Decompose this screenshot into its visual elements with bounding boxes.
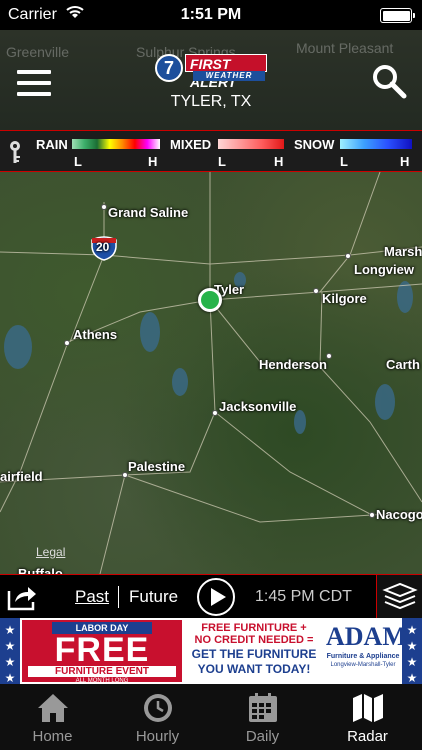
ad-middle-text: FREE FURNITURE + NO CREDIT NEEDED = GET … (186, 622, 322, 680)
ad-brand-sub: Furniture & Appliance (326, 653, 400, 660)
ad-brand-loc: Longview-Marshall-Tyler (330, 662, 396, 668)
location-title[interactable]: TYLER, TX (0, 93, 422, 111)
stars-right: ★ ★ ★ ★ (402, 618, 422, 685)
tab-home-label: Home (32, 728, 73, 745)
stars-left: ★ ★ ★ ★ (0, 618, 20, 685)
ad-banner[interactable]: ★ ★ ★ ★ LABOR DAY FREE FURNITURE EVENT ALL … (0, 618, 422, 685)
legend-snow: SNOW L H (294, 135, 418, 169)
ad-furniture-event: FURNITURE EVENT (28, 666, 176, 677)
city-dot (345, 253, 351, 259)
ad-free: FREE (54, 631, 150, 669)
ad-free-event: LABOR DAY FREE FURNITURE EVENT ALL MONTH… (22, 620, 182, 684)
logo-weather: WEATHER (193, 71, 265, 81)
legend-mixed-low: L (218, 154, 226, 169)
home-icon (38, 694, 68, 722)
legend-mixed-label: MIXED (170, 137, 212, 152)
layers-icon (382, 582, 418, 610)
legend-snow-high: H (400, 154, 410, 169)
legend-rain-low: L (74, 154, 82, 169)
logo-first-alert: FIRST ALERT (185, 54, 267, 90)
logo-number: 7 (155, 54, 183, 82)
city-jacksonville: Jacksonville (219, 399, 297, 414)
tab-bar: Home Hourly Daily Radar (0, 684, 422, 750)
city-dot (212, 410, 218, 416)
legend-mixed-high: H (274, 154, 284, 169)
precip-legend: RAIN L H MIXED L H SNOW L H (0, 130, 422, 172)
map-roads (0, 172, 422, 574)
calendar-icon (249, 693, 277, 722)
legend-mixed-bar (218, 139, 284, 149)
city-grand-saline: Grand Saline (108, 205, 189, 220)
legend-rain-bar (72, 139, 160, 149)
legend-rain: RAIN L H (36, 135, 164, 169)
tab-hourly[interactable]: Hourly (105, 684, 210, 750)
radar-timestamp: 1:45 PM CDT (255, 588, 352, 605)
tab-daily-label: Daily (245, 728, 280, 745)
ad-line1: FREE FURNITURE + (201, 622, 307, 634)
legend-rain-high: H (148, 154, 158, 169)
radar-map[interactable]: 20 Grand Saline Marsh Longview Tyler Kil… (0, 172, 422, 574)
layers-button[interactable] (376, 575, 422, 619)
highway-number: 20 (96, 240, 110, 254)
ad-line3: GET THE FURNITURE (191, 647, 317, 661)
status-time: 1:51 PM (180, 6, 242, 23)
past-button[interactable]: Past (75, 587, 109, 607)
city-dot (101, 204, 107, 210)
search-icon[interactable] (371, 63, 407, 99)
clock-icon (144, 694, 172, 722)
city-fairfield: airfield (0, 469, 43, 484)
app-header: Greenville Sulphur Springs Mount Pleasan… (0, 30, 422, 130)
status-bar: Carrier 1:51 PM (0, 0, 422, 30)
location-marker[interactable] (198, 288, 222, 312)
legend-rain-label: RAIN (36, 137, 68, 152)
city-buffalo: Buffalo (18, 566, 63, 574)
share-icon[interactable] (6, 583, 38, 611)
ad-brand: ADAMS Furniture & Appliance Longview-Mar… (326, 622, 422, 680)
city-athens: Athens (73, 327, 118, 342)
legend-snow-label: SNOW (294, 137, 335, 152)
playback-bar: Past Future 1:45 PM CDT (0, 574, 422, 619)
legend-snow-low: L (340, 154, 348, 169)
city-dot (369, 512, 375, 518)
tab-home[interactable]: Home (0, 684, 105, 750)
city-carth: Carth (386, 357, 420, 372)
map-label-mount-pleasant: Mount Pleasant (296, 40, 394, 56)
city-longview: Longview (354, 262, 414, 277)
city-henderson: Henderson (259, 357, 327, 372)
tab-daily[interactable]: Daily (210, 684, 315, 750)
first-alert-logo: 7 FIRST ALERT WEATHER (155, 54, 267, 90)
key-icon[interactable] (7, 140, 23, 164)
ad-brand-name: ADAMS (326, 622, 422, 651)
map-label-greenville: Greenville (6, 44, 70, 60)
tab-radar-label: Radar (347, 728, 388, 745)
ad-line2: NO CREDIT NEEDED = (194, 634, 314, 646)
battery-icon (380, 8, 415, 23)
play-button[interactable] (197, 578, 235, 616)
legend-snow-bar (340, 139, 412, 149)
city-palestine: Palestine (128, 459, 186, 474)
map-icon (353, 694, 383, 722)
tab-hourly-label: Hourly (135, 728, 180, 745)
divider (118, 586, 119, 608)
city-kilgore: Kilgore (322, 291, 367, 306)
city-marsh: Marsh (384, 244, 422, 259)
hamburger-icon (17, 70, 51, 74)
city-dot (313, 288, 319, 294)
ad-line4: YOU WANT TODAY! (197, 662, 311, 676)
legend-mixed: MIXED L H (170, 135, 288, 169)
city-dot (64, 340, 70, 346)
city-nacogdoches: Nacogo (376, 507, 422, 522)
future-button[interactable]: Future (129, 587, 178, 607)
tab-radar[interactable]: Radar (315, 684, 420, 750)
legal-link[interactable]: Legal (36, 545, 65, 559)
